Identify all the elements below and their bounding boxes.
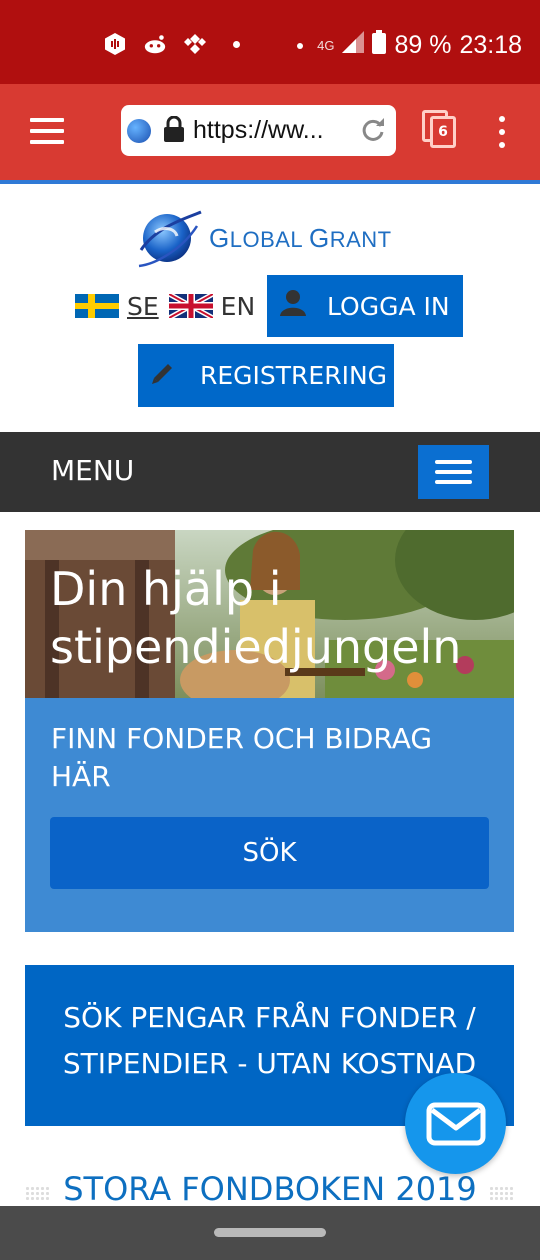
hero-banner: Din hjälp i stipendiedjungeln	[25, 530, 514, 698]
dot-icon	[233, 40, 240, 48]
battery-icon	[372, 30, 387, 61]
system-navigation-bar	[0, 1206, 540, 1260]
reload-icon[interactable]	[360, 117, 386, 147]
browser-menu-icon[interactable]	[30, 118, 64, 144]
pencil-icon	[150, 360, 176, 392]
browser-toolbar: https://ww... 6	[0, 84, 540, 184]
mail-icon	[426, 1102, 485, 1145]
dot-icon	[297, 42, 304, 49]
battery-level: 89 %	[394, 31, 452, 59]
contact-fab-button[interactable]	[405, 1073, 506, 1174]
menu-toggle-button[interactable]	[418, 445, 489, 499]
register-button[interactable]: REGISTRERING	[138, 344, 394, 407]
login-button[interactable]: LOGGA IN	[267, 275, 463, 337]
register-label: REGISTRERING	[200, 361, 388, 390]
signal-icon	[342, 31, 365, 60]
hex-notification-icon	[103, 32, 127, 56]
lock-icon[interactable]	[163, 115, 185, 146]
reddit-icon	[143, 32, 167, 56]
network-type: 4G	[317, 38, 335, 53]
tidal-icon	[183, 32, 207, 56]
promo-line-1: SÖK PENGAR FRÅN FONDER /	[63, 1001, 476, 1034]
search-panel: FINN FONDER OCH BIDRAG HÄR SÖK	[25, 698, 514, 932]
sweden-flag-icon[interactable]	[75, 294, 119, 318]
hero-headline: Din hjälp i stipendiedjungeln	[50, 562, 462, 674]
overflow-menu-icon[interactable]	[497, 116, 507, 148]
globe-logo-icon	[138, 210, 202, 268]
progress-divider	[0, 180, 540, 184]
login-label: LOGGA IN	[327, 291, 450, 321]
tab-switcher-button[interactable]: 6	[422, 110, 458, 150]
language-option-se[interactable]: SE	[127, 292, 159, 321]
status-right: 4G 89 % 23:18	[287, 30, 522, 61]
address-bar[interactable]: https://ww...	[121, 105, 396, 156]
site-logo[interactable]: GLOBAL GRANT	[137, 206, 392, 270]
home-gesture-pill[interactable]	[214, 1228, 326, 1237]
language-selector: SE EN	[75, 275, 265, 337]
search-button[interactable]: SÖK	[50, 817, 489, 889]
language-option-en[interactable]: EN	[221, 292, 256, 321]
user-icon	[279, 289, 307, 323]
status-bar: 4G 89 % 23:18	[0, 0, 540, 84]
site-menu-bar: MENU	[0, 432, 540, 512]
logo-wordmark: GLOBAL GRANT	[209, 222, 392, 253]
notification-icons	[103, 32, 240, 56]
tab-count: 6	[430, 116, 456, 148]
book-title[interactable]: STORA FONDBOKEN 2019	[0, 1170, 540, 1208]
uk-flag-icon[interactable]	[168, 294, 213, 318]
search-panel-heading: FINN FONDER OCH BIDRAG HÄR	[51, 722, 433, 793]
clock: 23:18	[459, 31, 522, 59]
menu-label: MENU	[51, 454, 135, 487]
site-favicon-icon	[127, 118, 151, 143]
url-text[interactable]: https://ww...	[193, 116, 353, 145]
